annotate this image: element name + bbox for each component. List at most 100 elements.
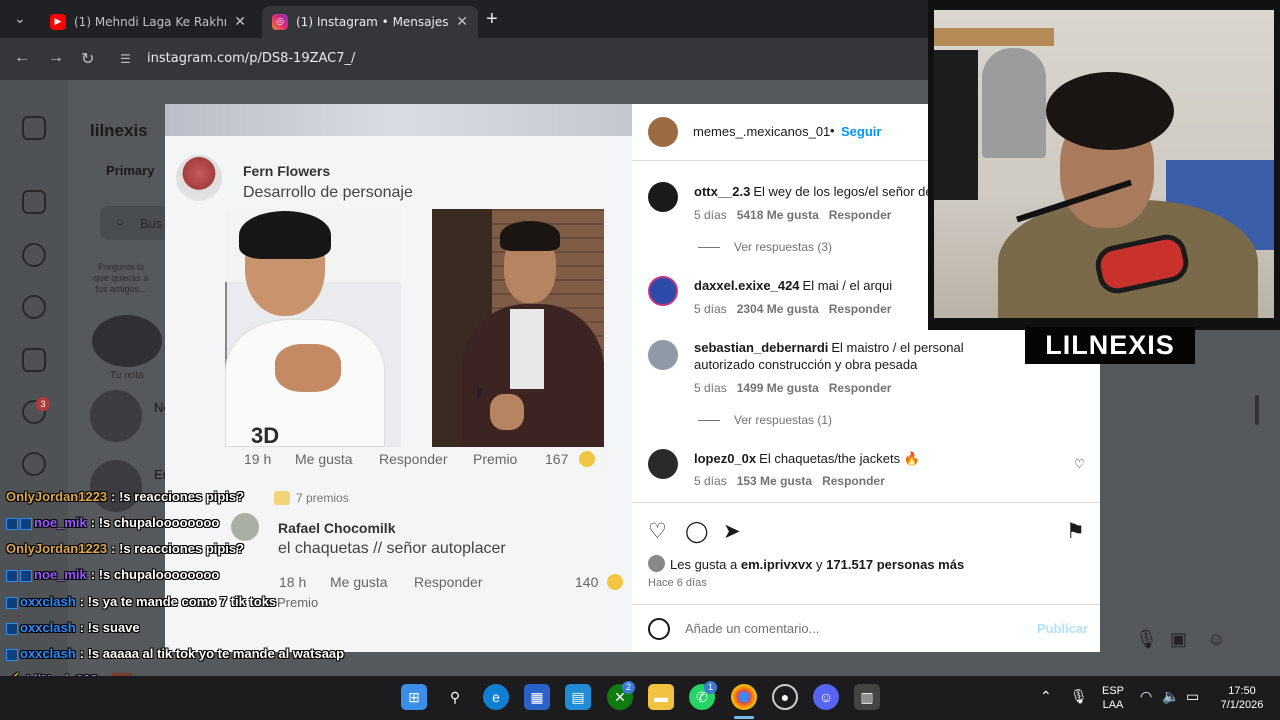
view-replies[interactable]: Ver respuestas (1) [698,413,832,427]
hair [239,211,331,259]
comment-likes[interactable]: 2304 Me gusta [737,302,819,316]
app-window-icon[interactable]: ▥ [854,684,880,710]
avatar[interactable] [648,449,678,479]
search-icon: ○ [116,214,124,229]
chevron-up-icon[interactable]: ⌃ [1040,688,1052,705]
reels-icon[interactable] [22,348,46,372]
add-comment-input[interactable]: Añade un comentario... [685,621,819,636]
reply-button[interactable]: Responder [829,381,892,395]
dm-search-input[interactable]: Bus [140,216,162,231]
tab-primary[interactable]: Primary [106,163,154,178]
search-icon[interactable]: ⚲ [442,684,468,710]
hand [490,394,524,430]
likes-summary[interactable]: Les gusta a em.iprivxvx y 171.517 person… [670,557,964,572]
browser-tab-instagram[interactable]: ◎ (1) Instagram • Mensajes ✕ [262,6,478,38]
windows-start-icon[interactable]: ⊞ [401,684,427,710]
chat-user: noe_mik [34,567,87,582]
post-author[interactable]: memes_.mexicanos_01 [693,124,830,139]
comment-likes[interactable]: 153 Me gusta [737,474,812,488]
wifi-icon[interactable]: ◠ [1140,688,1152,705]
comment-icon[interactable]: ◯ [685,519,709,544]
premios-count: 7 premios [296,491,349,505]
like-heart-icon[interactable]: ♡ [648,519,667,544]
reload-icon[interactable]: ↻ [81,49,94,69]
comment-author[interactable]: sebastian_debernardi [694,340,828,355]
store-icon[interactable]: ▦ [524,684,550,710]
badge-icon [6,517,18,530]
chat-text: : !s reacciones pipis? [111,489,245,504]
chat-message: noe_mik: !s chupaloooooooo [6,515,219,530]
notifications-icon[interactable] [22,452,46,476]
comment-author[interactable]: lopez0_0x [694,451,756,466]
image-icon[interactable]: ▣ [1170,629,1187,650]
tab-strip-left: ⌄ [0,0,40,38]
conversation-avatar[interactable] [90,460,142,512]
comment-count: 140 [575,574,599,590]
microphone-icon[interactable]: 🎙 [1135,629,1158,650]
chat-text: : !s ya te mande como 7 tik toks [79,594,277,609]
publish-button[interactable]: Publicar [1037,621,1088,636]
note-bubble[interactable]: Pregunta lo que quieras a tus amigos... [90,262,152,295]
comment-meta: 5 días 1499 Me gusta Responder [694,381,901,395]
instagram-logo-icon[interactable] [22,116,46,140]
avatar[interactable] [648,340,678,370]
search-icon[interactable] [22,243,46,267]
dm-account-title[interactable]: lilnexis [90,121,148,141]
new-tab-icon[interactable]: + [486,8,498,31]
laugh-emoji-icon [607,574,623,590]
share-icon[interactable]: ➤ [723,519,741,544]
author-avatar[interactable] [648,117,678,147]
forward-icon[interactable]: → [48,49,64,67]
close-tab-icon[interactable]: ✕ [234,14,246,30]
edge-icon[interactable]: e [483,684,509,710]
chat-message: oxxclash: !s aaaaa al tik tok yo te mand… [6,646,344,661]
close-tab-icon[interactable]: ✕ [456,14,468,30]
badge-icon [20,569,32,582]
site-info-icon[interactable]: ☰ [120,52,131,66]
comment-time: 5 días [694,474,727,488]
post-image[interactable]: Fern Flowers Desarrollo de personaje 3D … [165,104,632,652]
explore-icon[interactable] [22,295,46,319]
clock[interactable]: 17:50 7/1/2026 [1212,684,1272,712]
reply-button[interactable]: Responder [829,302,892,316]
app-icon[interactable]: ▤ [565,684,591,710]
battery-icon[interactable]: ▭ [1186,688,1199,705]
discord-icon[interactable]: ☺ [813,684,839,710]
instagram-sidebar [0,80,68,676]
reply-button[interactable]: Responder [822,474,885,488]
note-avatar[interactable] [92,315,162,367]
reply-button[interactable]: Responder [829,208,892,222]
conversation-avatar[interactable] [90,390,142,442]
sticker-icon[interactable]: ☺ [1207,629,1225,650]
comment-text: lopez0_0x El chaquetas/the jackets 🔥 [694,450,1024,467]
bookmark-icon[interactable]: ⚑ [1066,519,1085,544]
chat-text: : !s reacciones pipis? [111,541,245,556]
back-icon[interactable]: ← [14,49,30,67]
likes-user[interactable]: em.iprivxvx [741,557,813,572]
browser-tab-youtube[interactable]: ▶ (1) Mehndi Laga Ke Rakhna | Ly ✕ [40,6,256,38]
comment-likes[interactable]: 5418 Me gusta [737,208,819,222]
avatar[interactable] [648,182,678,212]
folder-icon[interactable]: ▬ [648,684,674,710]
avatar[interactable] [648,276,678,306]
follow-button[interactable]: Seguir [841,124,881,139]
comment-likes[interactable]: 1499 Me gusta [737,381,819,395]
obs-icon[interactable]: ● [772,684,798,710]
chrome-icon[interactable] [731,684,757,710]
language-indicator[interactable]: ESP LAA [1098,684,1128,712]
view-replies[interactable]: Ver respuestas (3) [698,240,832,254]
chat-text: : !s chupaloooooooo [90,515,220,530]
url-field[interactable]: instagram.com/p/DS8-19ZAC7_/ [147,51,355,66]
home-icon[interactable] [22,190,46,214]
likes-count[interactable]: 171.517 personas más [826,557,964,572]
microphone-icon[interactable]: 🎙 [1070,688,1088,705]
scrollbar-thumb[interactable] [1255,395,1259,425]
tab-search-icon[interactable]: ⌄ [14,10,26,27]
shirt [510,309,544,389]
volume-icon[interactable]: 🔈 [1162,688,1179,705]
tab-title: (1) Instagram • Mensajes [296,15,449,29]
comment-author[interactable]: ottx__2.3 [694,184,750,199]
comment-author[interactable]: daxxel.exixe_424 [694,278,800,293]
emoji-picker-icon[interactable] [648,618,670,640]
like-comment-heart-icon[interactable]: ♡ [1074,457,1085,471]
